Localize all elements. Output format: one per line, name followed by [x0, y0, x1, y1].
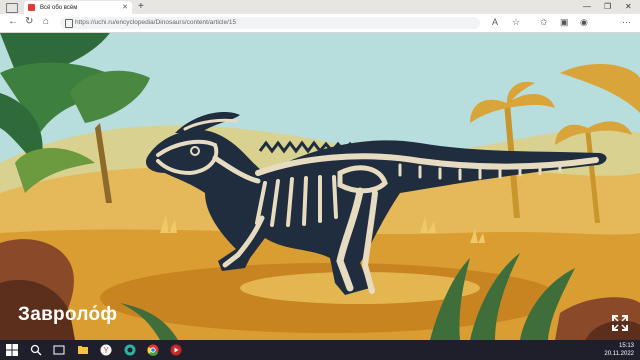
- favorites-bar-icon[interactable]: ✩: [540, 17, 548, 28]
- start-button[interactable]: [6, 344, 18, 356]
- close-window-icon[interactable]: ✕: [625, 2, 632, 11]
- article-title: Завроло́ф: [18, 304, 118, 325]
- browser-toolbar: ← ↻ ⌂ https://uchi.ru/encyclopedia/Dinos…: [0, 14, 640, 33]
- collections-icon[interactable]: ▣: [560, 17, 569, 28]
- close-tab-icon[interactable]: ✕: [122, 3, 128, 11]
- edge-icon[interactable]: [124, 344, 136, 356]
- back-icon[interactable]: ←: [8, 16, 18, 27]
- favorite-icon[interactable]: ☆: [512, 17, 520, 28]
- task-view-icon[interactable]: [53, 344, 65, 356]
- minimize-icon[interactable]: —: [583, 2, 591, 11]
- profile-icon[interactable]: ◉: [580, 17, 588, 28]
- taskbar: Y 15:13 20.11.2022: [0, 340, 640, 360]
- restore-icon[interactable]: ❐: [604, 2, 611, 11]
- favicon-icon: [28, 4, 35, 11]
- file-explorer-icon[interactable]: [77, 344, 89, 356]
- tab-title: Всё обо всём: [40, 4, 78, 11]
- dinosaur-scene: [0, 33, 640, 340]
- browser-tab[interactable]: Всё обо всём ✕: [24, 1, 132, 14]
- new-tab-button[interactable]: +: [138, 1, 144, 12]
- refresh-icon[interactable]: ↻: [25, 16, 33, 27]
- media-player-icon[interactable]: [170, 344, 182, 356]
- svg-text:Y: Y: [103, 346, 109, 355]
- clock-time: 15:13: [618, 343, 634, 349]
- lock-icon: [65, 19, 73, 28]
- search-icon[interactable]: [30, 344, 42, 356]
- url-text: https://uchi.ru/encyclopedia/Dinosaurs/c…: [75, 19, 237, 26]
- fullscreen-icon[interactable]: [612, 315, 628, 331]
- yandex-browser-icon[interactable]: Y: [100, 344, 112, 356]
- system-clock[interactable]: 15:13 20.11.2022: [604, 342, 634, 358]
- chrome-icon[interactable]: [147, 344, 159, 356]
- more-menu-icon[interactable]: ⋯: [622, 17, 631, 28]
- read-aloud-icon[interactable]: A: [492, 17, 498, 27]
- address-bar[interactable]: https://uchi.ru/encyclopedia/Dinosaurs/c…: [60, 17, 480, 29]
- browser-tab-bar: Всё обо всём ✕ + — ❐ ✕: [0, 0, 640, 14]
- article-illustration: Завроло́ф: [0, 33, 640, 340]
- tab-actions-icon[interactable]: [6, 3, 18, 13]
- clock-date: 20.11.2022: [604, 351, 634, 357]
- home-icon[interactable]: ⌂: [43, 16, 49, 27]
